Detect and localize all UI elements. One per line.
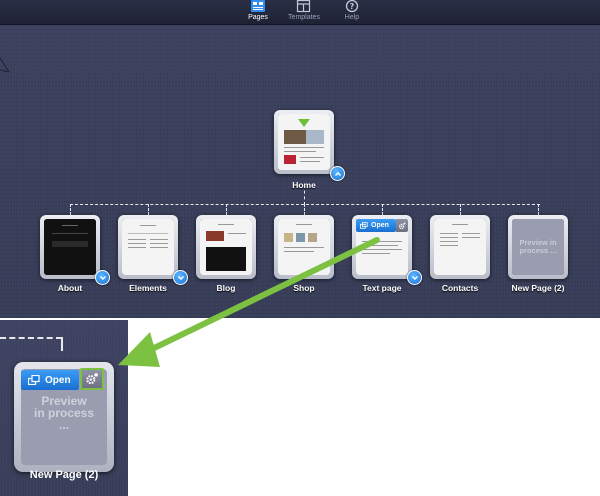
page-label-new-page-2-zoomed: New Page (2) bbox=[29, 469, 99, 481]
page-preview bbox=[278, 219, 330, 275]
sitemap-canvas: Pages Templates ? Help Home About Elemen… bbox=[0, 0, 600, 318]
preview-placeholder: Preview in process ... bbox=[21, 395, 107, 431]
zoom-detail-panel: Preview in process ... Open New Page (2) bbox=[0, 320, 128, 496]
gear-icon bbox=[398, 222, 406, 229]
page-label-new-page-2: New Page (2) bbox=[511, 283, 565, 293]
templates-tab[interactable]: Templates bbox=[286, 0, 322, 24]
templates-label: Templates bbox=[288, 14, 320, 21]
page-card-home[interactable]: Home bbox=[274, 110, 345, 190]
page-preview bbox=[278, 114, 330, 170]
page-card-new-page-2[interactable]: Preview in process ... New Page (2) bbox=[508, 215, 568, 293]
page-settings-button[interactable] bbox=[80, 368, 104, 390]
chevron-down-icon bbox=[411, 275, 418, 280]
tree-connector bbox=[226, 204, 227, 215]
page-settings-button[interactable] bbox=[396, 219, 408, 232]
cursor-mark bbox=[0, 57, 10, 73]
open-button[interactable]: Open bbox=[356, 219, 396, 232]
page-card-text-page[interactable]: Open Text page bbox=[352, 215, 422, 293]
open-label: Open bbox=[45, 374, 71, 386]
open-button[interactable]: Open bbox=[21, 370, 79, 390]
tree-connector bbox=[538, 204, 539, 215]
page-card-elements[interactable]: Elements bbox=[118, 215, 188, 293]
preview-line: ... bbox=[58, 418, 69, 432]
chevron-down-icon bbox=[99, 275, 106, 280]
help-tab[interactable]: ? Help bbox=[340, 0, 364, 24]
tree-connector bbox=[70, 204, 540, 205]
page-preview: Preview in process ... bbox=[512, 219, 564, 275]
chevron-up-icon bbox=[334, 171, 341, 176]
page-card-contacts[interactable]: Contacts bbox=[430, 215, 490, 293]
help-icon: ? bbox=[345, 0, 359, 13]
page-preview bbox=[434, 219, 486, 275]
pages-label: Pages bbox=[248, 14, 268, 21]
tree-connector bbox=[0, 337, 62, 339]
svg-text:?: ? bbox=[350, 2, 355, 11]
tree-connector bbox=[148, 204, 149, 215]
templates-icon bbox=[296, 0, 311, 13]
tree-connector bbox=[61, 337, 63, 351]
pages-icon bbox=[251, 0, 265, 12]
help-label: Help bbox=[344, 14, 360, 21]
tree-connector bbox=[304, 204, 305, 215]
preview-placeholder: Preview in process ... bbox=[512, 219, 564, 275]
tree-connector bbox=[70, 204, 71, 215]
open-window-icon bbox=[360, 222, 368, 229]
collapse-toggle[interactable] bbox=[330, 166, 345, 181]
page-card-blog[interactable]: Blog bbox=[196, 215, 256, 293]
page-card-about[interactable]: About bbox=[40, 215, 110, 293]
tree-connector bbox=[382, 204, 383, 215]
page-card-shop[interactable]: Shop bbox=[274, 215, 334, 293]
chevron-down-icon bbox=[177, 275, 184, 280]
gear-icon bbox=[86, 373, 98, 385]
page-preview bbox=[200, 219, 252, 275]
page-preview bbox=[44, 219, 96, 275]
tree-connector bbox=[460, 204, 461, 215]
page-card-new-page-2-zoomed[interactable]: Preview in process ... Open bbox=[14, 362, 114, 472]
top-toolbar: Pages Templates ? Help bbox=[0, 0, 600, 25]
logo-icon bbox=[298, 119, 310, 127]
open-label: Open bbox=[371, 222, 389, 229]
open-window-icon bbox=[28, 375, 40, 385]
page-label-home: Home bbox=[292, 180, 316, 190]
page-preview bbox=[122, 219, 174, 275]
pages-tab[interactable]: Pages bbox=[244, 0, 272, 24]
